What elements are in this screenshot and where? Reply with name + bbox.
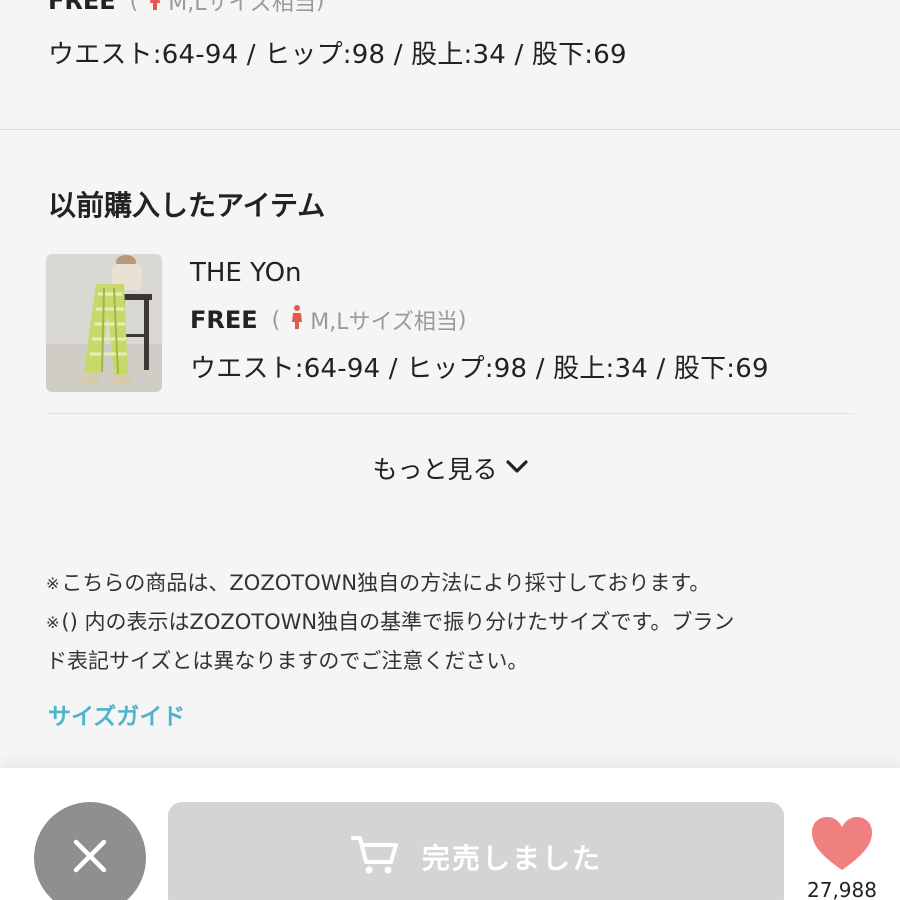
item-divider — [46, 413, 854, 414]
heart-icon — [811, 816, 873, 876]
section-title: 以前購入したアイテム — [48, 189, 326, 222]
paren-open: ( — [271, 307, 281, 333]
top-item-size-equivalent: ( M,Lサイズ相当 ) — [129, 0, 325, 17]
close-icon — [70, 836, 110, 880]
item-equivalent-text: M,Lサイズ相当 — [310, 310, 458, 335]
favorite-count: 27,988 — [807, 878, 877, 900]
cart-icon — [350, 833, 400, 881]
close-button[interactable] — [34, 802, 146, 900]
item-measurements: ウエスト:64-94 / ヒップ:98 / 股上:34 / 股下:69 — [190, 354, 769, 384]
page: FREE ( M,Lサイズ相当 ) ウエスト:64-94 / ヒップ:98 / … — [0, 0, 900, 900]
top-item-measurements: ウエスト:64-94 / ヒップ:98 / 股上:34 / 股下:69 — [48, 40, 627, 70]
item-brand: THE YOn — [190, 258, 302, 288]
item-size-row: FREE ( M,Lサイズ相当 ) — [190, 302, 466, 338]
note-text-2: () 内の表示はZOZOTOWN独自の基準で振り分けたサイズです。ブラン — [61, 610, 735, 634]
top-item-equivalent-text: M,Lサイズ相当 — [168, 0, 316, 16]
bottom-action-bar: 完売しました 27,988 — [0, 768, 900, 900]
paren-close: ) — [457, 307, 467, 333]
favorite-button[interactable]: 27,988 — [802, 816, 882, 900]
top-item-size-row: FREE ( M,Lサイズ相当 ) — [48, 0, 324, 16]
size-guide-link[interactable]: サイズガイド — [48, 697, 185, 731]
show-more-label: もっと見る — [372, 455, 498, 484]
size-notes: ※こちらの商品は、ZOZOTOWN独自の方法により採寸しております。 ※() 内… — [46, 564, 866, 680]
paren-open: ( — [129, 0, 139, 14]
show-more-button[interactable]: もっと見る — [0, 448, 900, 488]
note-line-3: ド表記サイズとは異なりますのでご注意ください。 — [46, 649, 529, 673]
note-text-1: こちらの商品は、ZOZOTOWN独自の方法により採寸しております。 — [61, 571, 711, 595]
item-size: FREE — [190, 306, 258, 334]
note-mark: ※ — [46, 613, 60, 632]
sold-out-button[interactable]: 完売しました — [168, 802, 784, 900]
paren-close: ) — [315, 0, 325, 14]
item-size-equivalent: ( M,Lサイズ相当 ) — [271, 304, 467, 336]
note-line-1: ※こちらの商品は、ZOZOTOWN独自の方法により採寸しております。 — [46, 564, 866, 603]
note-mark: ※ — [46, 574, 60, 593]
person-icon — [290, 305, 304, 335]
note-line-2: ※() 内の表示はZOZOTOWN独自の基準で振り分けたサイズです。ブラン — [46, 603, 866, 642]
person-icon — [148, 0, 162, 16]
top-item-size: FREE — [48, 0, 116, 15]
chevron-down-icon — [505, 459, 528, 478]
sold-out-label: 完売しました — [421, 842, 602, 875]
section-divider — [0, 129, 900, 130]
item-thumbnail[interactable] — [46, 254, 162, 392]
